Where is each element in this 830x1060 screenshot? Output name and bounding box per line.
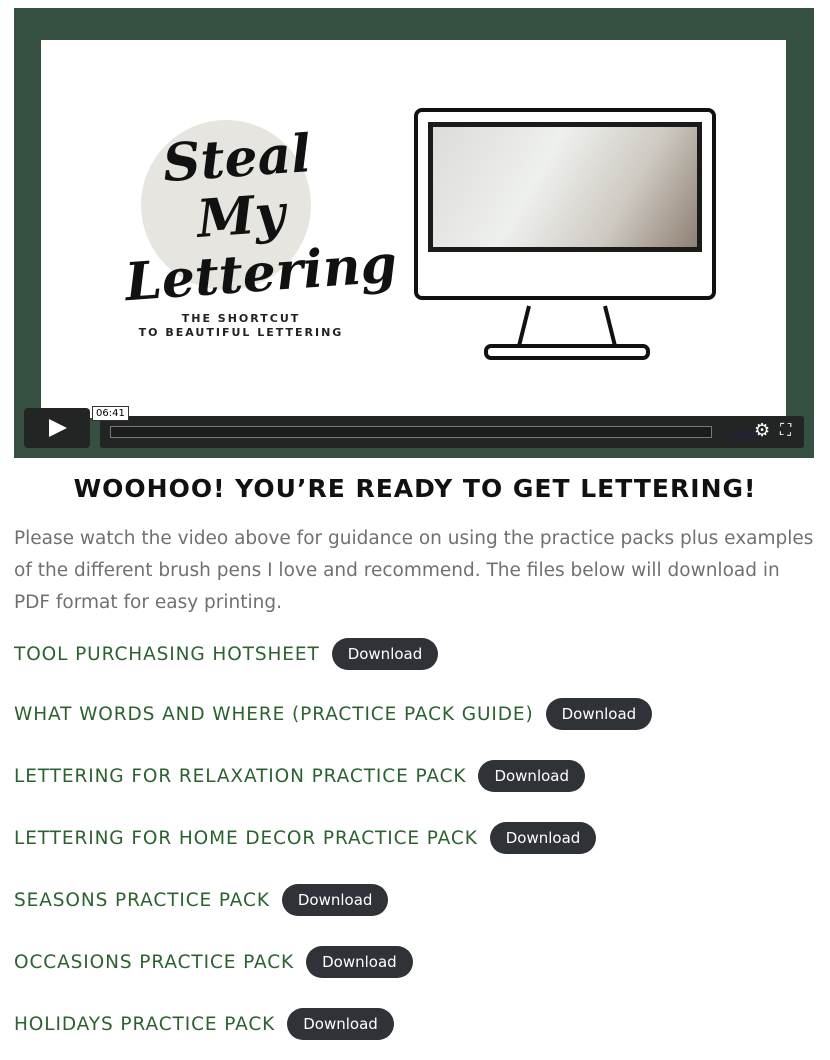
download-item: TOOL PURCHASING HOTSHEET Download [14, 637, 439, 671]
download-title: LETTERING FOR HOME DECOR PRACTICE PACK [14, 827, 478, 849]
progress-bar[interactable] [110, 426, 712, 438]
page-title: WOOHOO! YOU’RE READY TO GET LETTERING! [73, 474, 757, 503]
play-button[interactable] [24, 408, 90, 448]
download-item: OCCASIONS PRACTICE PACK Download [14, 945, 413, 979]
download-title: TOOL PURCHASING HOTSHEET [14, 643, 320, 665]
tagline-1: THE SHORTCUT [181, 312, 301, 325]
monitor-stand [484, 305, 650, 360]
steal-my-lettering-logo: Steal My Lettering THE SHORTCUT TO BEAUTI… [121, 100, 399, 340]
download-item: HOLIDAYS PRACTICE PACK Download [14, 1007, 394, 1041]
download-title: SEASONS PRACTICE PACK [14, 889, 270, 911]
intro-text: Please watch the video above for guidanc… [14, 528, 814, 613]
download-title: OCCASIONS PRACTICE PACK [14, 951, 295, 973]
download-button[interactable]: Download [331, 638, 439, 670]
download-item: LETTERING FOR RELAXATION PRACTICE PACK Do… [14, 759, 585, 793]
download-title: HOLIDAYS PRACTICE PACK [14, 1013, 276, 1035]
download-title: LETTERING FOR RELAXATION PRACTICE PACK [14, 765, 467, 787]
download-button[interactable]: Download [306, 946, 413, 978]
monitor-illustration [414, 108, 716, 300]
fullscreen-icon[interactable]: ⛶ [780, 420, 791, 440]
download-title: WHAT WORDS AND WHERE (PRACTICE PACK GUID… [14, 703, 534, 725]
volume-icon[interactable]: ▂▃▅▇ [726, 428, 757, 439]
video-player[interactable]: Steal My Lettering THE SHORTCUT TO BEAUTI… [14, 8, 814, 458]
video-controls: ▂▃▅▇ ⚙ ⛶ [100, 416, 804, 448]
lettering-photo [433, 127, 697, 247]
logo-script: Steal My Lettering [123, 123, 399, 314]
time-tooltip: 06:41 [92, 406, 129, 421]
download-button[interactable]: Download [287, 1008, 394, 1040]
download-item: WHAT WORDS AND WHERE (PRACTICE PACK GUID… [14, 697, 653, 731]
download-item: SEASONS PRACTICE PACK Download [14, 883, 389, 917]
download-button[interactable]: Download [489, 822, 597, 854]
download-button[interactable]: Download [478, 760, 585, 792]
video-thumbnail: Steal My Lettering THE SHORTCUT TO BEAUTI… [41, 40, 786, 418]
gear-icon[interactable]: ⚙ [754, 420, 770, 441]
download-button[interactable]: Download [281, 884, 389, 916]
download-button[interactable]: Download [545, 698, 653, 730]
download-item: LETTERING FOR HOME DECOR PRACTICE PACK Do… [14, 821, 597, 855]
tagline-2: TO BEAUTIFUL LETTERING [138, 326, 344, 339]
